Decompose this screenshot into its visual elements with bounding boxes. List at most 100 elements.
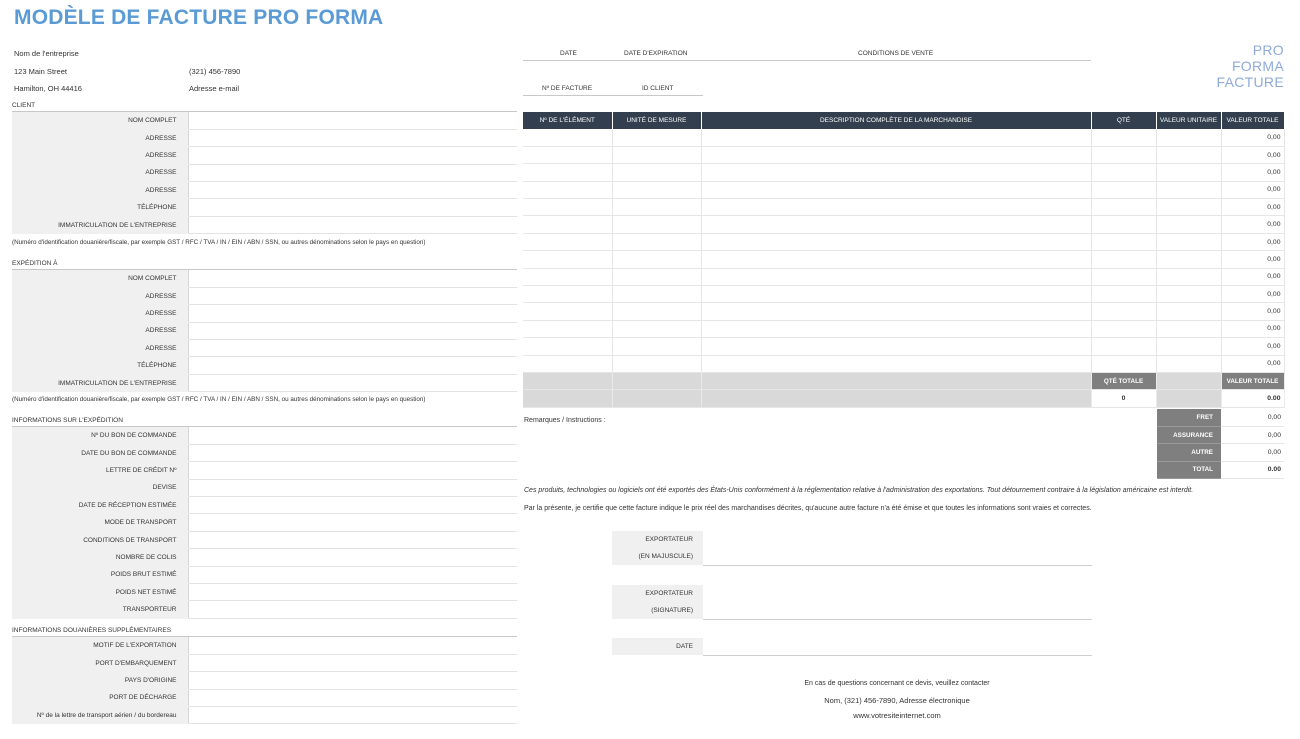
item-cell[interactable]	[701, 163, 1092, 182]
shipping-field[interactable]	[187, 322, 517, 341]
item-cell[interactable]	[612, 215, 702, 234]
item-total-cell[interactable]: 0,00	[1221, 337, 1285, 356]
client-field[interactable]	[187, 146, 517, 165]
item-cell[interactable]	[1091, 302, 1157, 321]
item-cell[interactable]	[1156, 268, 1222, 287]
shipment-field[interactable]	[187, 444, 517, 463]
item-cell[interactable]	[701, 181, 1092, 200]
item-cell[interactable]	[701, 302, 1092, 321]
item-cell[interactable]	[612, 250, 702, 269]
customs-field[interactable]	[187, 689, 517, 708]
shipping-field[interactable]	[187, 339, 517, 358]
item-total-cell[interactable]: 0,00	[1221, 215, 1285, 234]
item-total-cell[interactable]: 0,00	[1221, 285, 1285, 304]
item-cell[interactable]	[612, 129, 702, 147]
item-cell[interactable]	[1156, 302, 1222, 321]
shipment-field[interactable]	[187, 479, 517, 498]
totals-value[interactable]: 0.00	[1221, 461, 1284, 480]
item-cell[interactable]	[701, 268, 1092, 287]
client-field[interactable]	[187, 181, 517, 200]
shipment-field[interactable]	[187, 427, 517, 445]
item-cell[interactable]	[701, 337, 1092, 356]
item-cell[interactable]	[523, 163, 613, 182]
item-cell[interactable]	[523, 198, 613, 217]
item-total-cell[interactable]: 0,00	[1221, 129, 1285, 147]
item-cell[interactable]	[701, 355, 1092, 373]
shipment-field[interactable]	[187, 496, 517, 515]
item-cell[interactable]	[523, 181, 613, 200]
item-cell[interactable]	[523, 337, 613, 356]
item-cell[interactable]	[612, 320, 702, 339]
item-cell[interactable]	[1091, 285, 1157, 304]
client-field[interactable]	[187, 112, 517, 130]
item-total-cell[interactable]: 0,00	[1221, 233, 1285, 252]
item-cell[interactable]	[612, 285, 702, 304]
item-cell[interactable]	[1156, 198, 1222, 217]
item-cell[interactable]	[1091, 198, 1157, 217]
shipping-field[interactable]	[187, 304, 517, 323]
item-cell[interactable]	[612, 302, 702, 321]
item-cell[interactable]	[523, 129, 613, 147]
item-cell[interactable]	[612, 337, 702, 356]
item-cell[interactable]	[1091, 146, 1157, 165]
item-cell[interactable]	[1156, 250, 1222, 269]
item-cell[interactable]	[1156, 181, 1222, 200]
item-total-cell[interactable]: 0,00	[1221, 163, 1285, 182]
client-field[interactable]	[187, 216, 517, 235]
shipment-field[interactable]	[187, 531, 517, 550]
item-cell[interactable]	[1091, 320, 1157, 339]
customs-field[interactable]	[187, 654, 517, 673]
item-total-cell[interactable]: 0,00	[1221, 198, 1285, 217]
item-cell[interactable]	[523, 146, 613, 165]
item-cell[interactable]	[701, 320, 1092, 339]
item-cell[interactable]	[1156, 215, 1222, 234]
item-total-cell[interactable]: 0,00	[1221, 320, 1285, 339]
item-cell[interactable]	[1091, 268, 1157, 287]
item-cell[interactable]	[523, 355, 613, 373]
shipment-field[interactable]	[187, 513, 517, 532]
item-cell[interactable]	[701, 129, 1092, 147]
shipment-field[interactable]	[187, 461, 517, 480]
item-cell[interactable]	[1091, 129, 1157, 147]
item-cell[interactable]	[701, 250, 1092, 269]
item-cell[interactable]	[1156, 285, 1222, 304]
item-cell[interactable]	[523, 320, 613, 339]
shipping-field[interactable]	[187, 287, 517, 306]
item-cell[interactable]	[523, 285, 613, 304]
item-cell[interactable]	[612, 268, 702, 287]
customs-field[interactable]	[187, 671, 517, 690]
shipping-field[interactable]	[187, 374, 517, 393]
item-cell[interactable]	[1091, 355, 1157, 373]
item-cell[interactable]	[612, 146, 702, 165]
item-total-cell[interactable]: 0,00	[1221, 355, 1285, 373]
contact-line-3[interactable]: www.votresiteinternet.com	[612, 711, 1182, 720]
signature-date-field[interactable]	[703, 638, 1092, 656]
item-cell[interactable]	[523, 302, 613, 321]
item-cell[interactable]	[1156, 129, 1222, 147]
item-cell[interactable]	[612, 163, 702, 182]
totals-value[interactable]: 0,00	[1221, 443, 1284, 462]
item-cell[interactable]	[1156, 146, 1222, 165]
shipment-field[interactable]	[187, 548, 517, 567]
item-cell[interactable]	[1091, 250, 1157, 269]
totals-value[interactable]: 0,00	[1221, 409, 1284, 427]
totals-value[interactable]: 0,00	[1221, 426, 1284, 445]
item-cell[interactable]	[701, 198, 1092, 217]
shipment-field[interactable]	[187, 566, 517, 585]
item-cell[interactable]	[612, 198, 702, 217]
item-total-cell[interactable]: 0,00	[1221, 268, 1285, 287]
item-cell[interactable]	[1156, 163, 1222, 182]
item-cell[interactable]	[701, 233, 1092, 252]
shipping-field[interactable]	[187, 270, 517, 288]
item-total-cell[interactable]: 0,00	[1221, 181, 1285, 200]
invoice-no-line[interactable]	[523, 95, 703, 96]
shipping-field[interactable]	[187, 356, 517, 375]
total-qty-value[interactable]: 0	[1091, 389, 1157, 408]
item-cell[interactable]	[701, 285, 1092, 304]
item-cell[interactable]	[1091, 215, 1157, 234]
exporter-name-field[interactable]	[703, 548, 1092, 566]
item-cell[interactable]	[1091, 233, 1157, 252]
item-cell[interactable]	[1091, 181, 1157, 200]
shipment-field[interactable]	[187, 600, 517, 619]
item-cell[interactable]	[612, 355, 702, 373]
